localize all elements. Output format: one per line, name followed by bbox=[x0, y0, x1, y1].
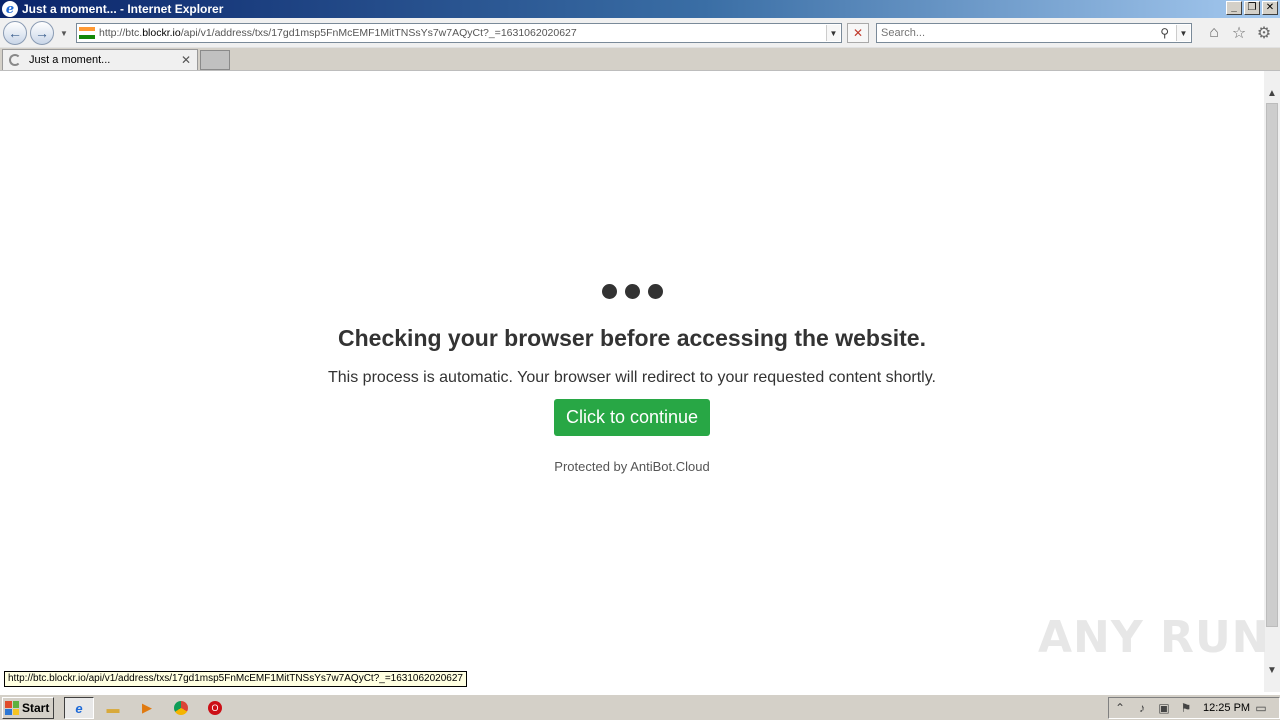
search-icon[interactable]: ⚲ bbox=[1160, 26, 1169, 40]
taskbar-opera-icon[interactable]: O bbox=[200, 697, 230, 719]
start-button[interactable]: Start bbox=[2, 697, 54, 719]
tab-label: Just a moment... bbox=[29, 54, 111, 66]
site-flag-icon bbox=[79, 27, 95, 39]
taskbar-chrome-icon[interactable] bbox=[166, 697, 196, 719]
page-content: Checking your browser before accessing t… bbox=[0, 71, 1264, 692]
taskbar-file-explorer-icon[interactable]: ▬ bbox=[98, 697, 128, 719]
system-tray: ⌃ ♪ ▣ ⚑ 12:25 PM ▭ bbox=[1108, 697, 1280, 719]
page-subtext: This process is automatic. Your browser … bbox=[328, 369, 936, 386]
address-bar[interactable]: http://btc.blockr.io/api/v1/address/txs/… bbox=[76, 23, 842, 43]
settings-gear-icon[interactable]: ⚙ bbox=[1255, 24, 1273, 42]
protected-prefix: Protected by bbox=[554, 459, 628, 474]
network-icon[interactable]: ▣ bbox=[1153, 701, 1175, 715]
anyrun-watermark: ANY RUN bbox=[1038, 612, 1270, 663]
scrollbar-thumb[interactable] bbox=[1266, 103, 1278, 627]
search-input[interactable] bbox=[877, 27, 1147, 39]
tray-expand-icon[interactable]: ⌃ bbox=[1109, 701, 1131, 715]
restore-button[interactable]: ❐ bbox=[1244, 1, 1260, 15]
tab-just-a-moment[interactable]: Just a moment... ✕ bbox=[2, 49, 198, 70]
taskbar-media-player-icon[interactable]: ▶ bbox=[132, 697, 162, 719]
address-text[interactable]: http://btc.blockr.io/api/v1/address/txs/… bbox=[99, 27, 577, 39]
protected-by-text: Protected by AntiBot.Cloud bbox=[0, 459, 1264, 474]
close-window-button[interactable]: ✕ bbox=[1262, 1, 1278, 15]
address-dropdown-icon[interactable]: ▼ bbox=[826, 25, 840, 41]
loading-spinner-icon bbox=[9, 54, 21, 66]
action-center-flag-icon[interactable]: ⚑ bbox=[1175, 701, 1197, 715]
internet-explorer-icon: e bbox=[2, 1, 18, 17]
show-desktop-icon[interactable]: ▭ bbox=[1250, 701, 1272, 715]
loading-dot bbox=[624, 284, 640, 299]
new-tab-button[interactable] bbox=[200, 50, 230, 70]
scroll-down-arrow-icon[interactable]: ▼ bbox=[1264, 662, 1280, 678]
home-icon[interactable]: ⌂ bbox=[1205, 24, 1223, 42]
windows-logo-icon bbox=[5, 701, 19, 715]
back-button[interactable]: ← bbox=[3, 21, 27, 45]
status-bar-url: http://btc.blockr.io/api/v1/address/txs/… bbox=[4, 671, 467, 687]
clock[interactable]: 12:25 PM bbox=[1203, 702, 1250, 714]
taskbar-internet-explorer-icon[interactable]: e bbox=[64, 697, 94, 719]
forward-button[interactable]: → bbox=[30, 21, 54, 45]
window-title: Just a moment... - Internet Explorer bbox=[22, 2, 224, 16]
start-label: Start bbox=[22, 701, 50, 715]
vertical-scrollbar[interactable]: ▲ ▼ bbox=[1264, 71, 1280, 692]
minimize-button[interactable]: _ bbox=[1226, 1, 1242, 15]
history-dropdown-icon[interactable]: ▼ bbox=[58, 27, 70, 39]
antibot-link[interactable]: AntiBot.Cloud bbox=[630, 459, 710, 474]
tab-bar: Just a moment... ✕ bbox=[0, 48, 1280, 71]
click-to-continue-button[interactable]: Click to continue bbox=[554, 399, 710, 436]
search-dropdown-icon[interactable]: ▼ bbox=[1176, 25, 1190, 41]
loading-dot bbox=[601, 284, 617, 299]
stop-button[interactable]: ✕ bbox=[847, 23, 869, 43]
volume-icon[interactable]: ♪ bbox=[1131, 701, 1153, 715]
navigation-bar: ← → ▼ http://btc.blockr.io/api/v1/addres… bbox=[0, 18, 1280, 48]
loading-dot bbox=[647, 284, 663, 299]
taskbar: Start e ▬ ▶ O ⌃ ♪ ▣ ⚑ 12:25 PM ▭ bbox=[0, 694, 1280, 720]
page-heading: Checking your browser before accessing t… bbox=[338, 325, 926, 351]
window-title-bar: e Just a moment... - Internet Explorer _… bbox=[0, 0, 1280, 18]
search-box[interactable]: ⚲ ▼ bbox=[876, 23, 1192, 43]
tab-close-icon[interactable]: ✕ bbox=[179, 53, 193, 67]
loading-dots bbox=[0, 284, 1264, 299]
favorites-star-icon[interactable]: ☆ bbox=[1230, 24, 1248, 42]
scroll-up-arrow-icon[interactable]: ▲ bbox=[1264, 85, 1280, 101]
